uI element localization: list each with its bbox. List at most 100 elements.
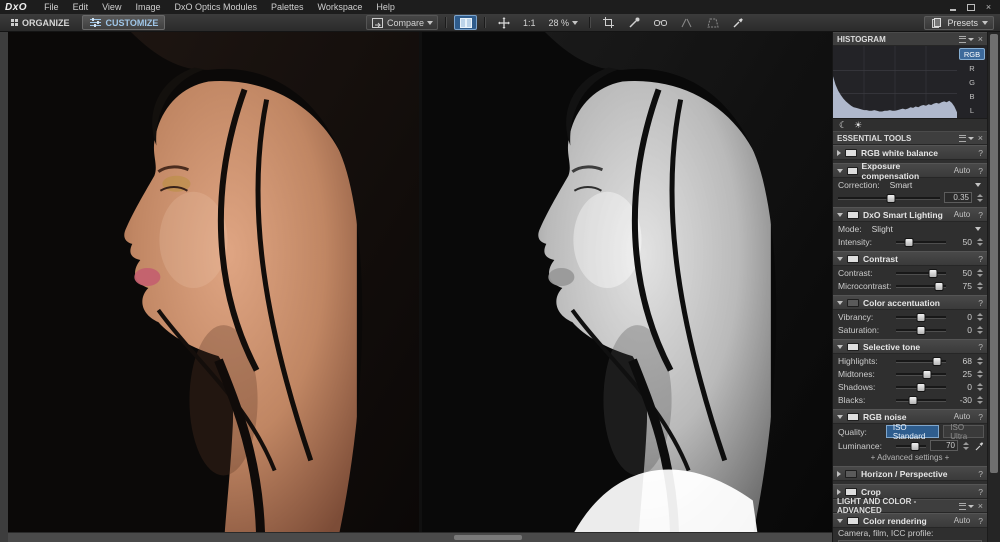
panel-header[interactable]: Color rendering Auto ? <box>833 513 987 528</box>
panel-header[interactable]: Horizon / Perspective ? <box>833 466 987 481</box>
channel-rgb-button[interactable]: RGB <box>959 48 985 60</box>
zoom-level-dropdown[interactable]: 28 % <box>545 16 583 29</box>
horizon-tool-button[interactable] <box>676 16 697 29</box>
collapse-icon[interactable] <box>837 169 843 173</box>
luminance-slider[interactable] <box>896 441 926 450</box>
slider-thumb[interactable] <box>917 383 926 392</box>
value-stepper[interactable] <box>976 194 984 202</box>
minimize-button[interactable] <box>946 2 959 12</box>
mode-dropdown[interactable]: Mode: Slight <box>833 222 987 235</box>
collapse-icon[interactable] <box>837 257 843 261</box>
tab-customize[interactable]: CUSTOMIZE <box>82 15 166 30</box>
collapse-icon[interactable] <box>837 415 843 419</box>
horizontal-scrollbar-thumb[interactable] <box>454 535 522 540</box>
help-button[interactable]: ? <box>978 487 983 497</box>
menu-image[interactable]: Image <box>128 0 167 14</box>
highlight-clipping-sun-icon[interactable]: ☀ <box>854 120 862 131</box>
blacks-slider[interactable] <box>896 395 946 404</box>
menu-view[interactable]: View <box>95 0 128 14</box>
noise-picker-eyedropper-icon[interactable] <box>974 440 984 451</box>
highlights-slider[interactable] <box>896 356 946 365</box>
value-stepper[interactable] <box>976 357 984 365</box>
panel-header[interactable]: Contrast ? <box>833 251 987 266</box>
expand-icon[interactable] <box>837 471 841 477</box>
palette-close-button[interactable]: × <box>978 502 983 511</box>
sidebar-scrollbar-thumb[interactable] <box>990 34 998 473</box>
palette-menu-button[interactable] <box>959 36 974 43</box>
pan-tool-button[interactable] <box>493 16 514 29</box>
compare-button[interactable]: Compare <box>366 15 438 30</box>
enable-toggle[interactable] <box>845 149 857 157</box>
auto-button[interactable]: Auto <box>954 166 970 175</box>
shadows-slider[interactable] <box>896 382 946 391</box>
dust-removal-tool-button[interactable] <box>624 16 645 29</box>
auto-button[interactable]: Auto <box>954 516 970 525</box>
panel-header[interactable]: Exposure compensation Auto ? <box>833 163 987 178</box>
maximize-button[interactable] <box>964 2 977 12</box>
channel-b-button[interactable]: B <box>959 90 985 102</box>
crop-tool-button[interactable] <box>598 16 619 29</box>
menu-edit[interactable]: Edit <box>66 0 96 14</box>
zoom-1to1-button[interactable]: 1:1 <box>519 16 540 29</box>
enable-toggle[interactable] <box>847 255 859 263</box>
channel-r-button[interactable]: R <box>959 62 985 74</box>
value-stepper[interactable] <box>976 313 984 321</box>
help-button[interactable]: ? <box>978 166 983 176</box>
slider-thumb[interactable] <box>928 269 937 278</box>
photo-black-white[interactable] <box>422 32 833 533</box>
value-stepper[interactable] <box>976 326 984 334</box>
shadow-clipping-moon-icon[interactable]: ☾ <box>839 120 847 131</box>
value-stepper[interactable] <box>976 269 984 277</box>
enable-toggle[interactable] <box>847 167 858 175</box>
help-button[interactable]: ? <box>978 412 983 422</box>
panel-header[interactable]: Selective tone ? <box>833 339 987 354</box>
red-eye-tool-button[interactable] <box>650 16 671 29</box>
channel-l-button[interactable]: L <box>959 104 985 116</box>
enable-toggle[interactable] <box>847 517 859 525</box>
white-balance-picker-button[interactable] <box>728 16 749 29</box>
side-by-side-view-button[interactable] <box>454 15 477 30</box>
menu-file[interactable]: File <box>37 0 66 14</box>
perspective-tool-button[interactable] <box>702 16 723 29</box>
panel-header[interactable]: RGB white balance ? <box>833 145 987 160</box>
microcontrast-slider[interactable] <box>896 281 946 290</box>
value-stepper[interactable] <box>962 442 970 450</box>
help-button[interactable]: ? <box>978 210 983 220</box>
collapse-icon[interactable] <box>837 345 843 349</box>
palette-menu-button[interactable] <box>959 503 974 510</box>
expand-icon[interactable] <box>837 489 841 495</box>
slider-thumb[interactable] <box>908 396 917 405</box>
auto-button[interactable]: Auto <box>954 210 970 219</box>
iso-ultra-button[interactable]: ISO Ultra <box>943 425 984 438</box>
panel-header[interactable]: Color accentuation ? <box>833 295 987 310</box>
menu-palettes[interactable]: Palettes <box>264 0 311 14</box>
help-button[interactable]: ? <box>978 254 983 264</box>
midtones-slider[interactable] <box>896 369 946 378</box>
expand-icon[interactable] <box>837 150 841 156</box>
photo-color[interactable] <box>8 32 419 533</box>
enable-toggle[interactable] <box>847 413 859 421</box>
value-stepper[interactable] <box>976 370 984 378</box>
value-stepper[interactable] <box>976 282 984 290</box>
value-stepper[interactable] <box>976 396 984 404</box>
enable-toggle[interactable] <box>845 470 857 478</box>
advanced-settings-link[interactable]: + Advanced settings + <box>833 452 987 463</box>
slider-thumb[interactable] <box>933 357 942 366</box>
horizontal-scrollbar[interactable] <box>8 532 833 542</box>
slider-thumb[interactable] <box>923 370 932 379</box>
palette-menu-button[interactable] <box>959 135 974 142</box>
help-button[interactable]: ? <box>978 148 983 158</box>
channel-g-button[interactable]: G <box>959 76 985 88</box>
exposure-value[interactable]: 0.35 <box>944 192 972 203</box>
palette-close-button[interactable]: × <box>978 35 983 44</box>
collapse-icon[interactable] <box>837 519 843 523</box>
value-stepper[interactable] <box>976 238 984 246</box>
value-stepper[interactable] <box>976 383 984 391</box>
panel-header[interactable]: DxO Smart Lighting Auto ? <box>833 207 987 222</box>
slider-thumb[interactable] <box>917 313 926 322</box>
help-button[interactable]: ? <box>978 469 983 479</box>
exposure-slider[interactable] <box>838 193 940 202</box>
saturation-slider[interactable] <box>896 325 946 334</box>
iso-standard-button[interactable]: ISO Standard <box>886 425 939 438</box>
help-button[interactable]: ? <box>978 342 983 352</box>
